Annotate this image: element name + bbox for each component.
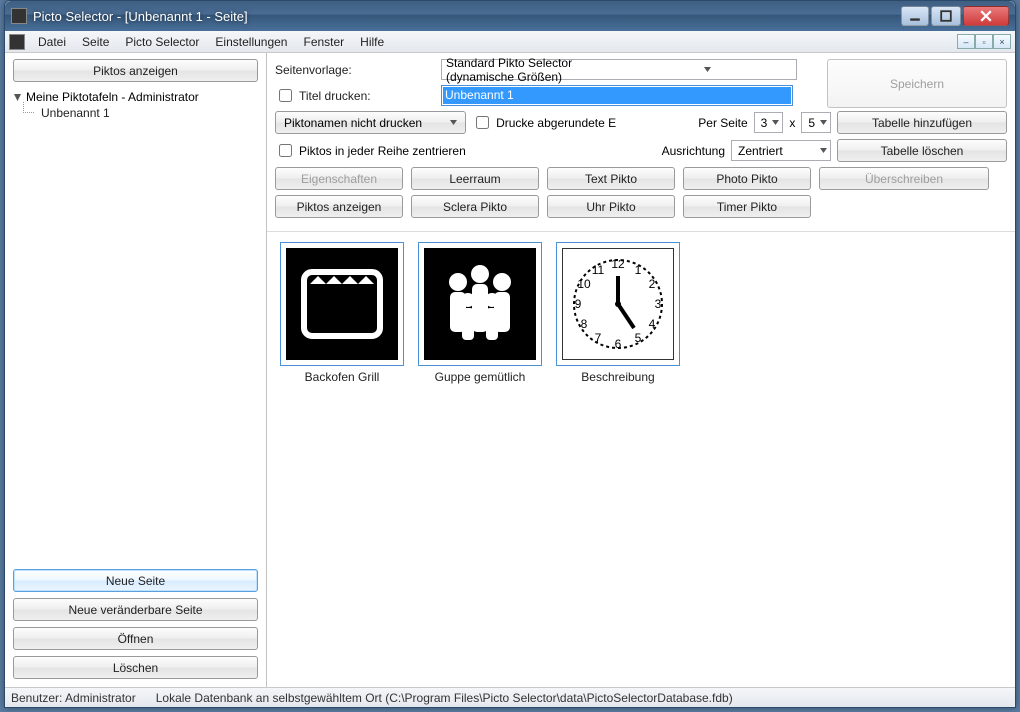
- chevron-down-icon: [446, 118, 461, 127]
- svg-text:11: 11: [592, 263, 605, 277]
- chevron-down-icon: [819, 144, 828, 158]
- svg-text:6: 6: [615, 337, 622, 351]
- mdi-close-button[interactable]: ×: [993, 34, 1011, 49]
- pikto-label: Beschreibung: [581, 370, 654, 384]
- centered-label: Piktos in jeder Reihe zentrieren: [299, 144, 466, 158]
- minimize-button[interactable]: [901, 6, 929, 26]
- titlebar[interactable]: Picto Selector - [Unbenannt 1 - Seite]: [5, 1, 1015, 31]
- per-page-label: Per Seite: [698, 116, 747, 130]
- pikto-label: Backofen Grill: [305, 370, 380, 384]
- doc-icon: [9, 34, 25, 50]
- svg-text:10: 10: [577, 277, 591, 291]
- menu-datei[interactable]: Datei: [31, 33, 73, 51]
- open-button[interactable]: Öffnen: [13, 627, 258, 650]
- oven-icon: [286, 248, 398, 360]
- cols-select[interactable]: 3: [754, 112, 784, 133]
- piktoname-value: Piktonamen nicht drucken: [284, 116, 422, 130]
- menu-pictoselector[interactable]: Picto Selector: [118, 33, 206, 51]
- timer-pikto-button[interactable]: Timer Pikto: [683, 195, 811, 218]
- rows-select[interactable]: 5: [801, 112, 831, 133]
- svg-text:3: 3: [655, 297, 662, 311]
- clock-pikto-button[interactable]: Uhr Pikto: [547, 195, 675, 218]
- svg-text:1: 1: [635, 263, 642, 277]
- space-button[interactable]: Leerraum: [411, 167, 539, 190]
- clock-icon: 1212 345 678 91011: [562, 248, 674, 360]
- text-pikto-button[interactable]: Text Pikto: [547, 167, 675, 190]
- title-input[interactable]: Unbenannt 1: [443, 87, 791, 104]
- status-db: Lokale Datenbank an selbstgewähltem Ort …: [156, 691, 733, 705]
- print-title-label: Titel drucken:: [299, 89, 371, 103]
- sidebar: Piktos anzeigen Meine Piktotafeln - Admi…: [5, 53, 267, 687]
- svg-text:5: 5: [635, 331, 642, 345]
- maximize-button[interactable]: [931, 6, 961, 26]
- group-icon: [424, 248, 536, 360]
- rounded-chk-input[interactable]: [476, 116, 489, 129]
- show-piktos-button[interactable]: Piktos anzeigen: [13, 59, 258, 82]
- status-user: Benutzer: Administrator: [11, 691, 136, 705]
- app-window: Picto Selector - [Unbenannt 1 - Seite] D…: [4, 0, 1016, 708]
- save-button[interactable]: Speichern: [827, 59, 1007, 108]
- orientation-label: Ausrichtung: [662, 144, 725, 158]
- orientation-select[interactable]: Zentriert: [731, 140, 831, 161]
- delete-table-button[interactable]: Tabelle löschen: [837, 139, 1007, 162]
- properties-button[interactable]: Eigenschaften: [275, 167, 403, 190]
- print-title-chk-input[interactable]: [279, 89, 292, 102]
- menu-seite[interactable]: Seite: [75, 33, 116, 51]
- centered-checkbox[interactable]: Piktos in jeder Reihe zentrieren: [275, 141, 466, 160]
- template-label: Seitenvorlage:: [275, 63, 435, 77]
- svg-text:12: 12: [611, 257, 625, 271]
- tree-item-label: Unbenannt 1: [41, 106, 110, 120]
- statusbar: Benutzer: Administrator Lokale Datenbank…: [5, 687, 1015, 707]
- mdi-minimize-button[interactable]: –: [957, 34, 975, 49]
- window-title: Picto Selector - [Unbenannt 1 - Seite]: [33, 9, 901, 24]
- pikto-canvas[interactable]: Backofen Grill: [267, 232, 1015, 687]
- add-table-button[interactable]: Tabelle hinzufügen: [837, 111, 1007, 134]
- chevron-down-icon: [771, 116, 780, 130]
- svg-text:8: 8: [581, 317, 588, 331]
- tree-root[interactable]: Meine Piktotafeln - Administrator: [13, 90, 258, 104]
- tree-root-label: Meine Piktotafeln - Administrator: [26, 90, 199, 104]
- sclera-pikto-button[interactable]: Sclera Pikto: [411, 195, 539, 218]
- chevron-down-icon: [819, 116, 828, 130]
- delete-button[interactable]: Löschen: [13, 656, 258, 679]
- overwrite-button[interactable]: Überschreiben: [819, 167, 989, 190]
- tree-view[interactable]: Meine Piktotafeln - Administrator Unbena…: [5, 86, 266, 563]
- pikto-item[interactable]: Guppe gemütlich: [417, 242, 543, 384]
- menu-fenster[interactable]: Fenster: [296, 33, 351, 51]
- rounded-label: Drucke abgerundete E: [496, 116, 616, 130]
- template-value: Standard Pikto Selector (dynamische Größ…: [442, 56, 619, 84]
- close-button[interactable]: [963, 6, 1009, 26]
- app-icon: [11, 8, 27, 24]
- menubar: Datei Seite Picto Selector Einstellungen…: [5, 31, 1015, 53]
- tree-item[interactable]: Unbenannt 1: [13, 106, 258, 120]
- new-page-button[interactable]: Neue Seite: [13, 569, 258, 592]
- new-editable-page-button[interactable]: Neue veränderbare Seite: [13, 598, 258, 621]
- pikto-label: Guppe gemütlich: [435, 370, 526, 384]
- show-piktos-button-2[interactable]: Piktos anzeigen: [275, 195, 403, 218]
- centered-chk-input[interactable]: [279, 144, 292, 157]
- print-title-checkbox[interactable]: Titel drucken:: [275, 86, 435, 105]
- template-select[interactable]: Standard Pikto Selector (dynamische Größ…: [441, 59, 797, 80]
- chevron-down-icon: [619, 65, 796, 74]
- pikto-item[interactable]: 1212 345 678 91011 Beschreibung: [555, 242, 681, 384]
- menu-hilfe[interactable]: Hilfe: [353, 33, 391, 51]
- pikto-item[interactable]: Backofen Grill: [279, 242, 405, 384]
- menu-einstellungen[interactable]: Einstellungen: [208, 33, 294, 51]
- photo-pikto-button[interactable]: Photo Pikto: [683, 167, 811, 190]
- svg-text:7: 7: [595, 331, 602, 345]
- tree-collapse-icon[interactable]: [13, 93, 22, 102]
- svg-text:9: 9: [575, 297, 582, 311]
- main-panel: Seitenvorlage: Standard Pikto Selector (…: [267, 53, 1015, 687]
- rounded-checkbox[interactable]: Drucke abgerundete E: [472, 113, 616, 132]
- svg-text:2: 2: [649, 277, 656, 291]
- svg-text:4: 4: [649, 317, 656, 331]
- mdi-restore-button[interactable]: ▫: [975, 34, 993, 49]
- title-input-wrap: Unbenannt 1: [441, 85, 793, 106]
- x-label: x: [789, 116, 795, 130]
- piktoname-dropdown[interactable]: Piktonamen nicht drucken: [275, 111, 466, 134]
